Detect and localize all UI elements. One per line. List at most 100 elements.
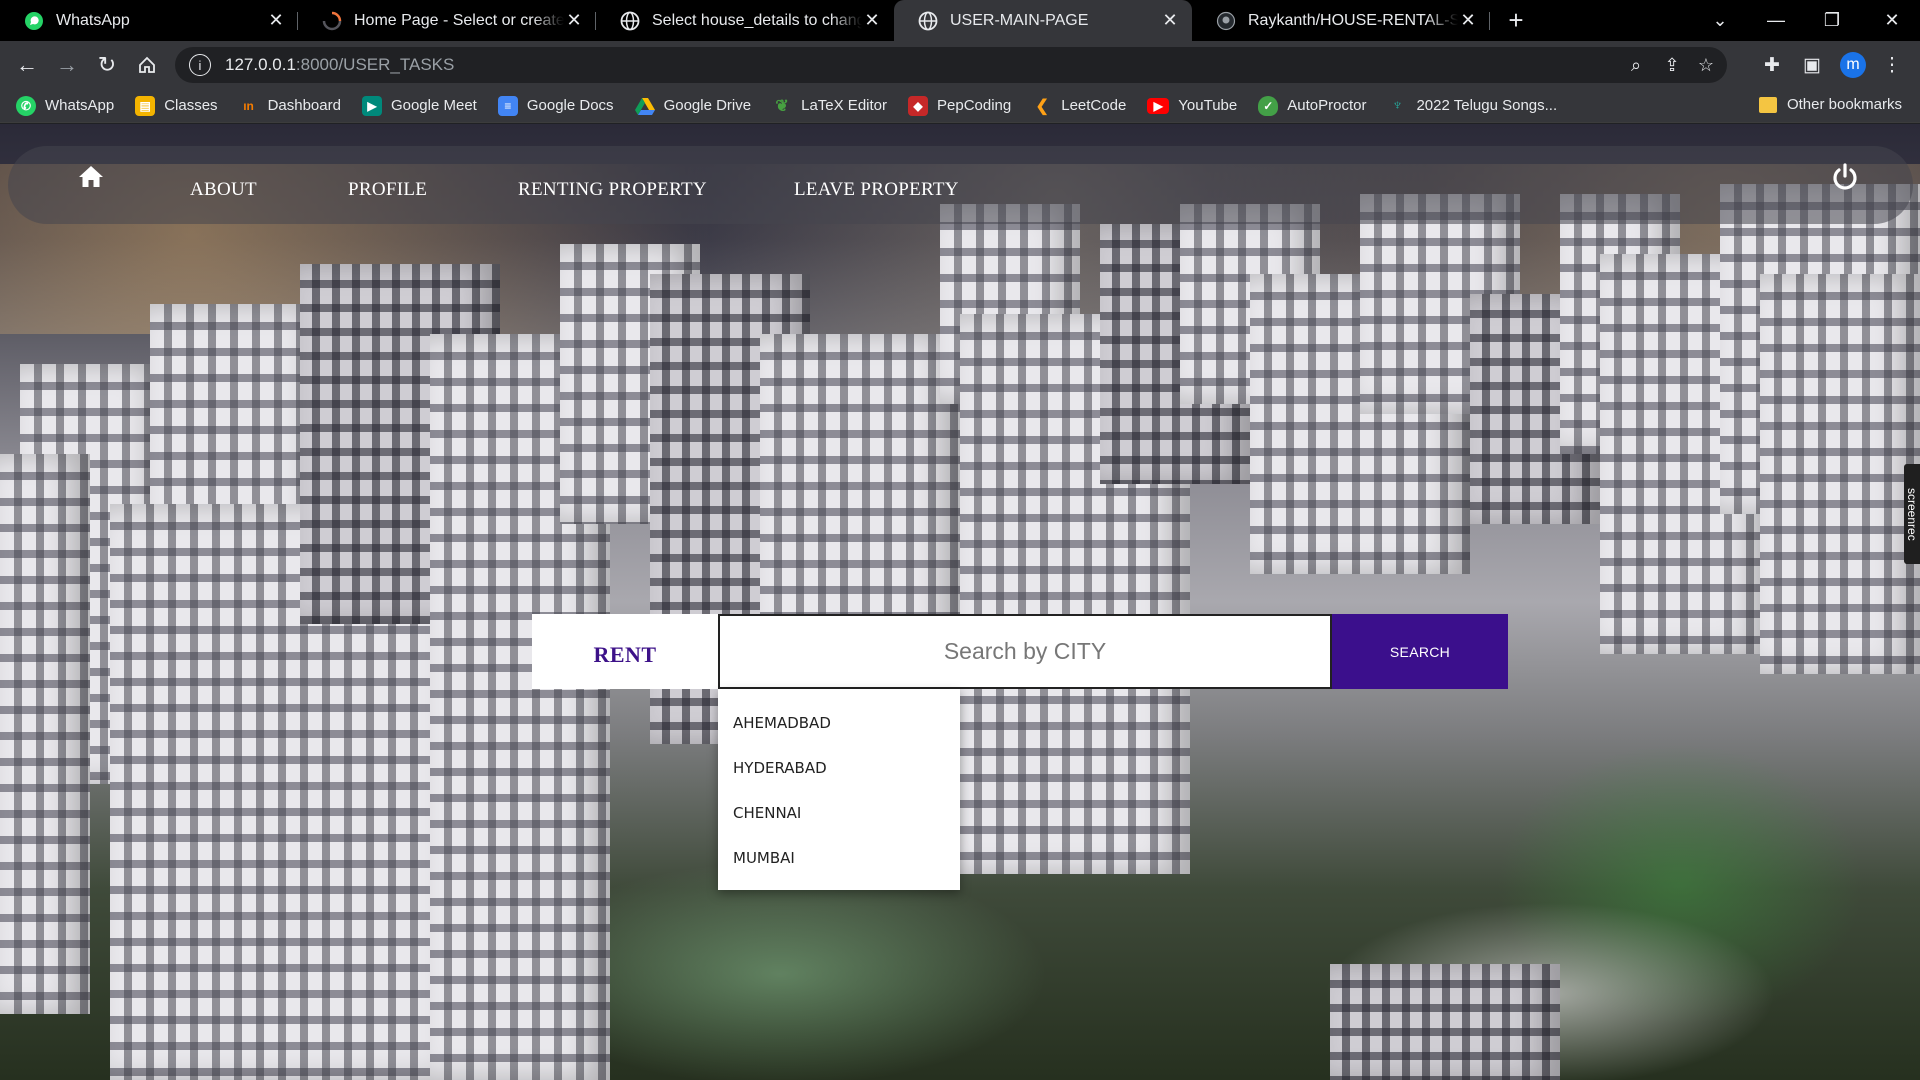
side-panel-icon[interactable]: ▣ xyxy=(1797,50,1827,80)
power-icon[interactable] xyxy=(1830,162,1860,192)
extensions-icon[interactable]: ✚ xyxy=(1757,50,1787,80)
bookmark-label: YouTube xyxy=(1178,97,1238,114)
bookmark-google-docs[interactable]: ≡ Google Docs xyxy=(497,95,614,116)
bookmark-google-meet[interactable]: ▶ Google Meet xyxy=(361,95,477,116)
other-bookmarks[interactable]: Other bookmarks xyxy=(1758,96,1902,113)
tab-search-chevron-icon[interactable]: ⌄ xyxy=(1692,0,1748,41)
drive-icon xyxy=(634,96,655,116)
bookmark-label: 2022 Telugu Songs... xyxy=(1416,97,1558,114)
bookmark-star-icon[interactable]: ☆ xyxy=(1695,55,1717,77)
home-button[interactable] xyxy=(127,45,167,85)
suggestion-chennai[interactable]: CHENNAI xyxy=(718,790,960,835)
zoom-icon[interactable]: ⌕ xyxy=(1625,55,1647,77)
bookmark-label: Dashboard xyxy=(267,97,341,114)
overleaf-icon: ❦ xyxy=(775,97,789,115)
window-close-button[interactable]: ✕ xyxy=(1864,0,1920,41)
bookmark-label: LaTeX Editor xyxy=(801,97,887,114)
nav-profile-link[interactable]: PROFILE xyxy=(348,179,427,201)
suggestion-ahemadbad[interactable]: AHEMADBAD xyxy=(718,700,960,745)
globe-icon xyxy=(918,11,938,31)
rent-mode-label: RENT xyxy=(532,614,718,689)
close-icon[interactable]: ✕ xyxy=(266,10,286,31)
minimize-button[interactable]: — xyxy=(1748,0,1804,41)
bookmark-classes[interactable]: ▤ Classes xyxy=(135,95,218,116)
tab-title: USER-MAIN-PAGE xyxy=(950,11,1089,29)
bookmark-label: WhatsApp xyxy=(45,97,115,114)
tab-user-main-page[interactable]: USER-MAIN-PAGE ✕ xyxy=(894,0,1192,41)
tab-whatsapp[interactable]: WhatsApp ✕ xyxy=(0,0,298,41)
reload-button[interactable]: ↻ xyxy=(87,45,127,85)
close-icon[interactable]: ✕ xyxy=(564,10,584,31)
bookmark-pepcoding[interactable]: ◆ PepCoding xyxy=(908,95,1012,116)
music-icon: ♆ xyxy=(1391,96,1404,114)
close-icon[interactable]: ✕ xyxy=(1458,10,1478,31)
nav-renting-property-link[interactable]: RENTING PROPERTY xyxy=(518,179,707,201)
bookmark-label: Google Docs xyxy=(526,97,614,114)
whatsapp-icon: ✆ xyxy=(16,95,36,116)
bookmark-label: Google Drive xyxy=(663,97,752,114)
bookmark-whatsapp[interactable]: ✆ WhatsApp xyxy=(16,95,115,116)
nav-about-link[interactable]: ABOUT xyxy=(190,179,257,201)
tab-title: Raykanth/HOUSE-RENTAL-SYSTE xyxy=(1248,11,1458,29)
bookmark-label: Google Meet xyxy=(390,97,477,114)
github-icon xyxy=(1216,11,1236,31)
suggestion-hyderabad[interactable]: HYDERABAD xyxy=(718,745,960,790)
url-host: 127.0.0.1 xyxy=(225,55,296,74)
kebab-menu-icon[interactable]: ⋮ xyxy=(1877,50,1907,80)
bookmark-label: PepCoding xyxy=(937,97,1012,114)
url-path: :8000/USER_TASKS xyxy=(295,55,455,74)
city-search-input[interactable] xyxy=(718,614,1332,689)
site-info-icon[interactable]: i xyxy=(189,54,211,76)
restore-button[interactable]: ❐ xyxy=(1804,0,1860,41)
bookmark-label: Classes xyxy=(164,97,218,114)
whatsapp-icon xyxy=(24,11,44,31)
city-search-bar: RENT SEARCH AHEMADBAD HYDERABAD CHENNAI … xyxy=(532,614,1508,890)
tab-home-page[interactable]: Home Page - Select or create a n ✕ xyxy=(298,0,596,41)
bookmark-dashboard[interactable]: ın Dashboard xyxy=(239,96,341,116)
browser-toolbar: ← → ↻ i 127.0.0.1:8000/USER_TASKS ⌕ ⇪ ☆ … xyxy=(0,41,1920,89)
tab-title: WhatsApp xyxy=(56,11,130,29)
close-icon[interactable]: ✕ xyxy=(862,10,882,31)
new-tab-button[interactable]: + xyxy=(1496,0,1536,41)
bookmarks-bar: ✆ WhatsApp ▤ Classes ın Dashboard ▶ Google M… xyxy=(0,89,1920,123)
avatar: m xyxy=(1840,52,1866,78)
rent-label-text: RENT xyxy=(593,641,657,667)
tab-strip: WhatsApp ✕ Home Page - Select or create … xyxy=(0,0,1920,41)
youtube-icon: ▶ xyxy=(1147,97,1170,114)
suggestion-mumbai[interactable]: MUMBAI xyxy=(718,835,960,880)
docs-icon: ≡ xyxy=(497,95,518,116)
city-suggestions-dropdown: AHEMADBAD HYDERABAD CHENNAI MUMBAI xyxy=(718,689,960,890)
profile-button[interactable]: m xyxy=(1838,50,1868,80)
pepcoding-icon: ◆ xyxy=(908,95,928,116)
share-icon[interactable]: ⇪ xyxy=(1661,55,1683,77)
home-icon[interactable] xyxy=(78,164,104,190)
folder-icon xyxy=(1758,96,1777,113)
tab-separator xyxy=(1489,12,1490,30)
nav-leave-property-link[interactable]: LEAVE PROPERTY xyxy=(794,179,959,201)
tab-house-details[interactable]: Select house_details to change | D ✕ xyxy=(596,0,894,41)
tab-title: Home Page - Select or create a n xyxy=(354,11,564,29)
bookmark-youtube[interactable]: ▶ YouTube xyxy=(1147,97,1237,114)
bookmark-latex-editor[interactable]: ❦ LaTeX Editor xyxy=(772,96,887,116)
close-icon[interactable]: ✕ xyxy=(1160,10,1180,31)
autoproctor-icon: ✓ xyxy=(1258,95,1279,116)
page-viewport: ABOUT PROFILE RENTING PROPERTY LEAVE PRO… xyxy=(0,124,1920,1080)
screenrec-badge[interactable]: screenrec xyxy=(1904,464,1920,564)
bookmark-label: AutoProctor xyxy=(1287,97,1367,114)
back-button[interactable]: ← xyxy=(7,45,47,85)
classroom-icon: ▤ xyxy=(135,95,156,116)
forward-button[interactable]: → xyxy=(47,45,87,85)
loading-spinner-icon xyxy=(322,11,342,31)
address-bar[interactable]: i 127.0.0.1:8000/USER_TASKS ⌕ ⇪ ☆ xyxy=(175,47,1727,83)
globe-icon xyxy=(620,11,640,31)
tab-title: Select house_details to change | D xyxy=(652,11,862,29)
bookmark-leetcode[interactable]: ❮ LeetCode xyxy=(1032,96,1127,116)
bookmark-label: LeetCode xyxy=(1061,97,1127,114)
leetcode-icon: ❮ xyxy=(1035,97,1049,115)
search-button[interactable]: SEARCH xyxy=(1332,614,1508,689)
bookmark-autoproctor[interactable]: ✓ AutoProctor xyxy=(1258,95,1367,116)
home-outline-icon xyxy=(139,56,155,73)
bookmark-google-drive[interactable]: Google Drive xyxy=(634,96,752,116)
tab-github[interactable]: Raykanth/HOUSE-RENTAL-SYSTE ✕ xyxy=(1192,0,1490,41)
bookmark-telugu-songs[interactable]: ♆ 2022 Telugu Songs... xyxy=(1387,96,1557,116)
